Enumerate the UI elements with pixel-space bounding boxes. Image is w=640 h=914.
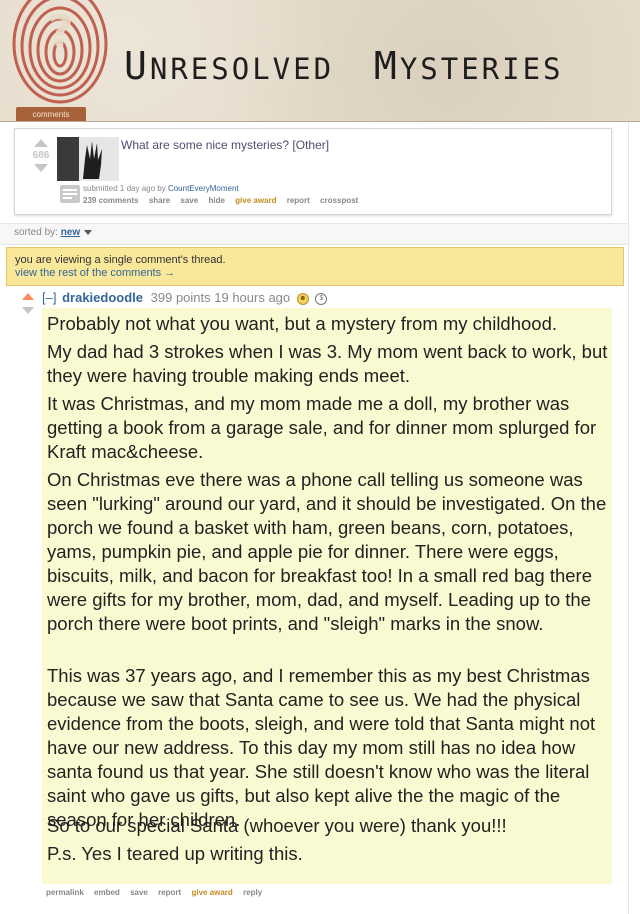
save-link[interactable]: save bbox=[130, 888, 148, 897]
sort-menu[interactable]: sorted by: new bbox=[14, 227, 93, 238]
comments-link[interactable]: 239 comments bbox=[83, 196, 139, 205]
site-title[interactable]: UNRESOLVED MYSTERIES bbox=[124, 44, 564, 88]
give-award-link[interactable]: give award bbox=[191, 888, 232, 897]
permalink-link[interactable]: permalink bbox=[46, 888, 84, 897]
award-badge-icon[interactable]: ☻ bbox=[296, 292, 309, 305]
post-actions: 239 comments share save hide give award … bbox=[83, 196, 366, 205]
reply-link[interactable]: reply bbox=[243, 888, 262, 897]
report-link[interactable]: report bbox=[287, 196, 310, 205]
post-vote-column: 686 bbox=[29, 139, 53, 172]
embed-link[interactable]: embed bbox=[94, 888, 120, 897]
post-author-link[interactable]: CountEveryMoment bbox=[168, 184, 239, 193]
sort-value[interactable]: new bbox=[61, 227, 80, 238]
post-title[interactable]: What are some nice mysteries? [Other] bbox=[121, 138, 329, 152]
single-thread-notice: you are viewing a single comment's threa… bbox=[6, 247, 624, 286]
comment-meta: 399 points 19 hours ago bbox=[150, 290, 291, 305]
caret-down-icon[interactable] bbox=[84, 229, 93, 235]
post-meta: submitted 1 day ago by CountEveryMoment bbox=[83, 184, 239, 193]
svg-text:?: ? bbox=[48, 6, 74, 57]
sidebar-edge bbox=[628, 122, 640, 914]
share-link[interactable]: share bbox=[149, 196, 170, 205]
notice-text: you are viewing a single comment's threa… bbox=[15, 254, 226, 266]
upvote-icon[interactable] bbox=[34, 139, 48, 147]
main-content: 686 What are some nice mysteries? [Other… bbox=[0, 122, 628, 914]
comment-paragraph: My dad had 3 strokes when I was 3. My mo… bbox=[47, 341, 608, 386]
post-thumbnail[interactable] bbox=[57, 137, 119, 181]
crosspost-link[interactable]: crosspost bbox=[320, 196, 358, 205]
comments-tab[interactable]: comments bbox=[16, 107, 86, 122]
comment-tagline: [–] drakiedoodle 399 points 19 hours ago… bbox=[42, 290, 328, 305]
comment-vote-column bbox=[22, 293, 36, 314]
comment-author-link[interactable]: drakiedoodle bbox=[62, 290, 143, 305]
fingerprint-icon[interactable]: ? bbox=[6, 0, 114, 118]
sort-bar: sorted by: new bbox=[0, 223, 628, 245]
downvote-icon[interactable] bbox=[22, 307, 34, 314]
post-card: 686 What are some nice mysteries? [Other… bbox=[14, 128, 612, 215]
award-badge-icon[interactable]: $ bbox=[315, 292, 328, 305]
selftext-icon bbox=[60, 185, 80, 203]
give-award-link[interactable]: give award bbox=[235, 196, 276, 205]
report-link[interactable]: report bbox=[158, 888, 181, 897]
view-rest-link[interactable]: view the rest of the comments → bbox=[15, 267, 175, 279]
post-score: 686 bbox=[32, 150, 50, 161]
comment-paragraph: This was 37 years ago, and I remember th… bbox=[47, 665, 596, 830]
post-flair: [Other] bbox=[292, 138, 330, 152]
hide-link[interactable]: hide bbox=[208, 196, 224, 205]
comment-paragraph: P.s. Yes I teared up writing this. bbox=[47, 843, 303, 864]
comment-actions: permalink embed save report give award r… bbox=[46, 888, 270, 897]
downvote-icon[interactable] bbox=[34, 164, 48, 172]
collapse-toggle[interactable]: [–] bbox=[42, 290, 56, 305]
comment-body: Probably not what you want, but a myster… bbox=[42, 308, 612, 884]
comment-paragraph: Probably not what you want, but a myster… bbox=[47, 313, 558, 334]
hand-icon bbox=[57, 137, 119, 181]
comment-paragraph: So to our special Santa (whoever you wer… bbox=[47, 815, 507, 836]
upvote-icon[interactable] bbox=[22, 293, 34, 300]
comment-paragraph: It was Christmas, and my mom made me a d… bbox=[47, 393, 597, 462]
save-link[interactable]: save bbox=[180, 196, 198, 205]
site-header: ? UNRESOLVED MYSTERIES comments bbox=[0, 0, 640, 122]
comment-paragraph: On Christmas eve there was a phone call … bbox=[47, 469, 607, 634]
